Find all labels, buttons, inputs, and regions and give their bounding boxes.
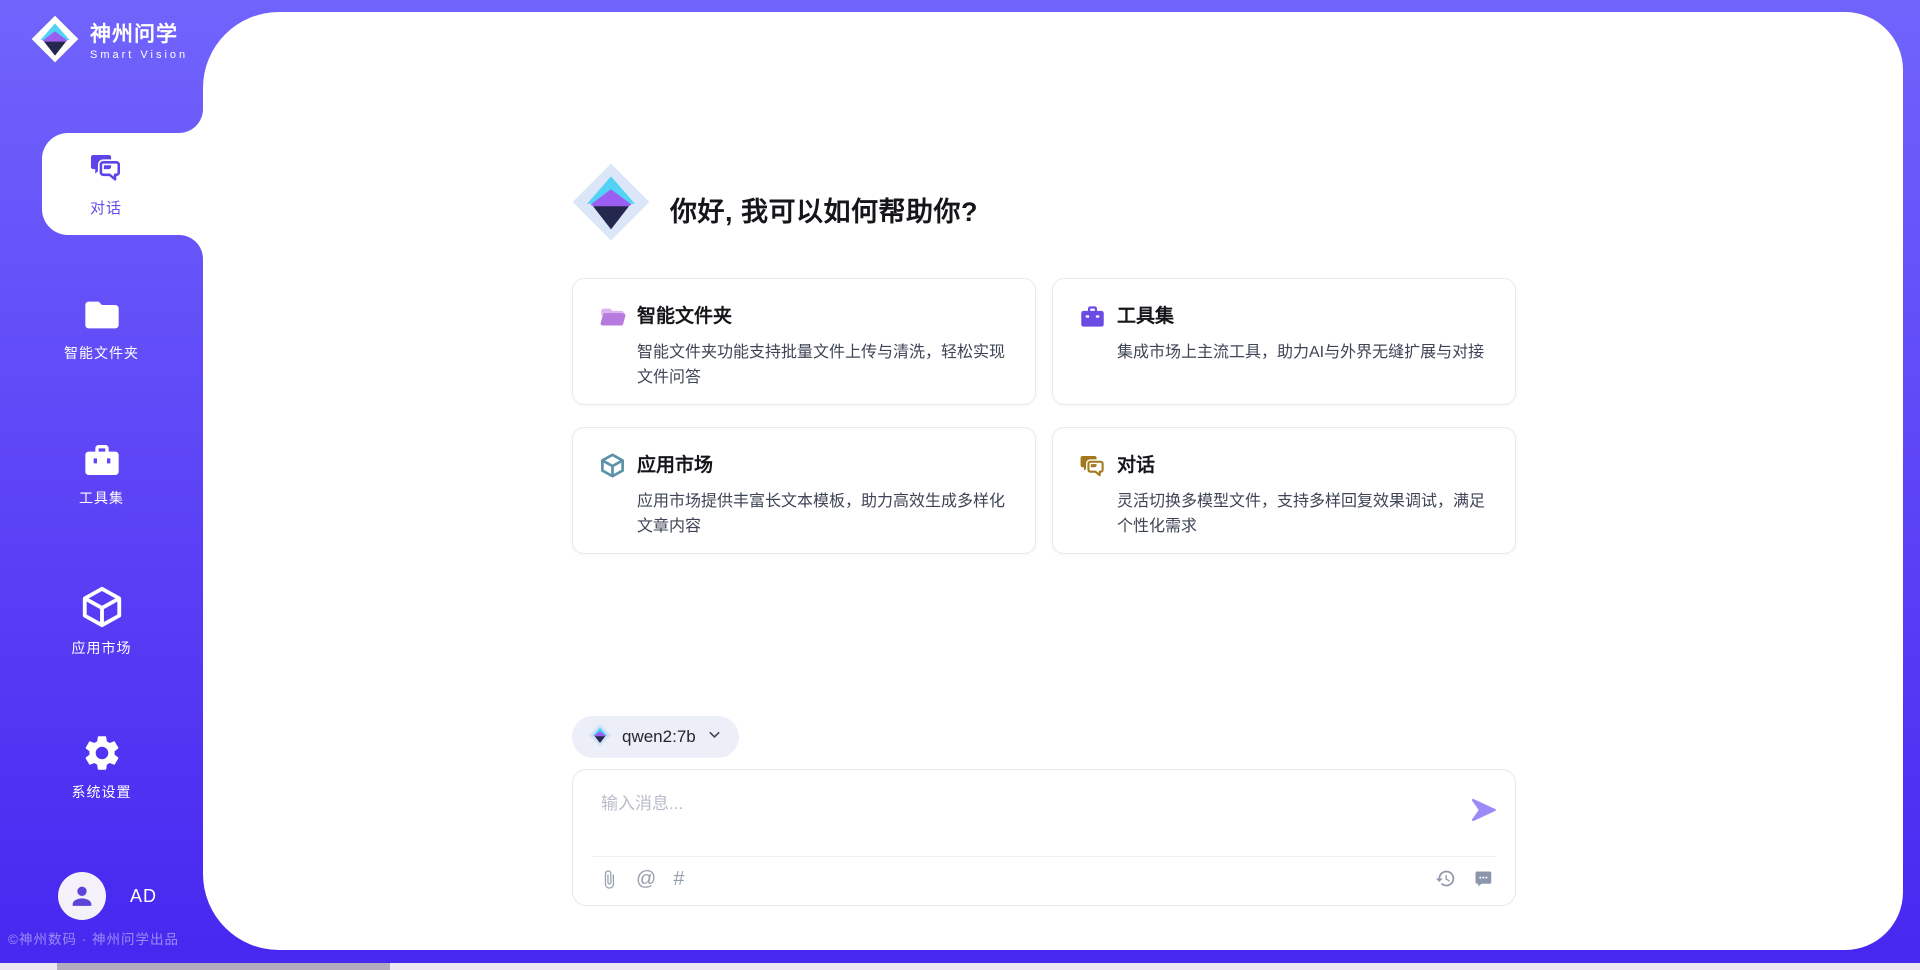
message-input[interactable]	[599, 790, 1443, 852]
attachment-icon[interactable]	[599, 869, 619, 890]
copyright-text: ©神州数码 · 神州问学出品	[8, 928, 179, 948]
brand: 神州问学 Smart Vision	[30, 14, 188, 69]
model-diamond-logo-icon	[588, 723, 612, 752]
brand-name: 神州问学	[90, 22, 188, 48]
sidebar-item-label: 智能文件夹	[64, 345, 139, 361]
shortcut-cards: 智能文件夹 智能文件夹功能支持批量文件上传与清洗，轻松实现文件问答 工具集 集成…	[572, 278, 1518, 554]
chat-bubbles-icon	[1079, 452, 1106, 479]
card-description: 集成市场上主流工具，助力AI与外界无缝扩展与对接	[1117, 340, 1489, 365]
card-description: 应用市场提供丰富长文本模板，助力高效生成多样化文章内容	[637, 489, 1009, 539]
cube-grid-icon	[599, 452, 626, 479]
sidebar-item-label: 工具集	[79, 490, 124, 506]
model-name: qwen2:7b	[622, 727, 696, 747]
chat-square-icon[interactable]	[1472, 868, 1493, 889]
welcome-diamond-logo-icon	[570, 160, 652, 249]
folder-icon	[82, 295, 122, 335]
composer-divider	[593, 856, 1495, 857]
sidebar-item-toolset[interactable]: 工具集	[0, 440, 203, 508]
sidebar-item-settings[interactable]: 系统设置	[0, 732, 203, 802]
person-icon	[68, 882, 96, 910]
hash-icon[interactable]: #	[673, 868, 684, 890]
brand-subtitle: Smart Vision	[90, 48, 188, 62]
chat-bubbles-icon	[88, 150, 124, 189]
gear-icon	[81, 732, 123, 774]
scrollbar-thumb[interactable]	[57, 963, 390, 970]
active-tab-top-fillet	[179, 109, 203, 133]
cube-icon	[79, 584, 125, 630]
sidebar-item-app-market[interactable]: 应用市场	[0, 584, 203, 658]
send-icon[interactable]	[1469, 796, 1497, 824]
sidebar-item-label: 系统设置	[72, 784, 132, 800]
sidebar: 神州问学 Smart Vision 对话 智能文件夹 工具集 应用市场 系统设置	[0, 0, 203, 970]
card-app-market[interactable]: 应用市场 应用市场提供丰富长文本模板，助力高效生成多样化文章内容	[572, 427, 1036, 554]
active-tab-bottom-fillet	[179, 235, 203, 259]
card-title: 智能文件夹	[637, 301, 1009, 328]
card-smart-folder[interactable]: 智能文件夹 智能文件夹功能支持批量文件上传与清洗，轻松实现文件问答	[572, 278, 1036, 405]
sidebar-item-smart-folder[interactable]: 智能文件夹	[0, 295, 203, 363]
history-icon[interactable]	[1435, 868, 1456, 889]
sidebar-item-label: 应用市场	[72, 640, 132, 656]
sidebar-item-label: 对话	[90, 197, 122, 218]
mention-icon[interactable]: @	[636, 868, 656, 890]
user-initials: AD	[130, 886, 157, 907]
model-selector[interactable]: qwen2:7b	[572, 716, 739, 758]
card-chat[interactable]: 对话 灵活切换多模型文件，支持多样回复效果调试，满足个性化需求	[1052, 427, 1516, 554]
user-menu[interactable]: AD	[58, 872, 157, 920]
toolbox-icon	[1079, 303, 1106, 330]
chevron-down-icon	[706, 726, 723, 748]
greeting-title: 你好, 我可以如何帮助你?	[670, 190, 978, 229]
card-title: 对话	[1117, 450, 1489, 477]
card-title: 工具集	[1117, 301, 1489, 328]
message-composer: @ #	[572, 769, 1516, 906]
toolbox-icon	[82, 440, 122, 480]
folder-open-icon	[599, 303, 626, 330]
card-description: 智能文件夹功能支持批量文件上传与清洗，轻松实现文件问答	[637, 340, 1009, 390]
sidebar-item-chat[interactable]: 对话	[42, 133, 208, 235]
brand-diamond-logo-icon	[30, 14, 80, 69]
avatar	[58, 872, 106, 920]
card-toolset[interactable]: 工具集 集成市场上主流工具，助力AI与外界无缝扩展与对接	[1052, 278, 1516, 405]
horizontal-scrollbar	[0, 963, 1920, 970]
card-description: 灵活切换多模型文件，支持多样回复效果调试，满足个性化需求	[1117, 489, 1489, 539]
card-title: 应用市场	[637, 450, 1009, 477]
